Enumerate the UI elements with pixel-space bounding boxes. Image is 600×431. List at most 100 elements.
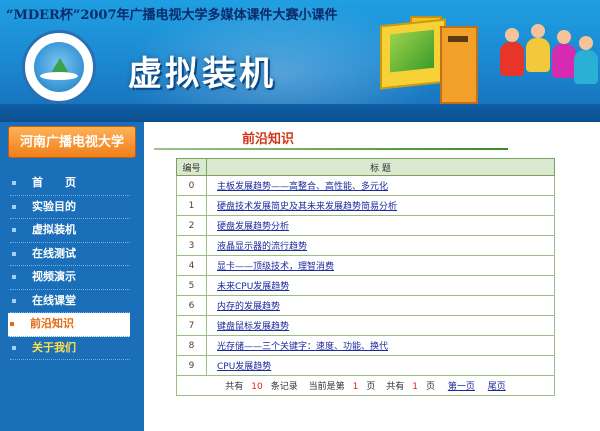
article-link[interactable]: 硬盘技术发展简史及其未来发展趋势简易分析 xyxy=(217,202,397,212)
section-divider xyxy=(154,148,508,150)
sidebar-item-label: 在线课堂 xyxy=(32,293,76,307)
table-row: 1 硬盘技术发展简史及其未来发展趋势简易分析 xyxy=(176,195,555,216)
sidebar-item-label: 虚拟装机 xyxy=(32,223,76,236)
sidebar-item-label: 实验目的 xyxy=(32,199,76,213)
table-header-row: 编号 标 题 xyxy=(176,158,555,176)
person-icon xyxy=(552,30,576,78)
pager-text: 页 xyxy=(366,382,376,392)
row-title-cell: 显卡——顶级技术，理智消费 xyxy=(206,255,555,276)
column-header-number: 编号 xyxy=(176,158,207,176)
bullet-icon xyxy=(12,204,16,209)
university-logo-icon xyxy=(22,30,96,104)
sidebar-item-video-demo[interactable]: 视频演示 xyxy=(10,266,130,290)
current-page-info: 当前是第 1 页 xyxy=(309,382,376,392)
section-title: 前沿知识 xyxy=(242,132,295,147)
row-number: 8 xyxy=(176,335,207,356)
row-number: 9 xyxy=(176,355,207,376)
sidebar: 河南广播电视大学 首 页 实验目的 虚拟装机 在线测试 视频演示 在线课堂 前沿 xyxy=(0,122,144,431)
sidebar-item-experiment-goal[interactable]: 实验目的 xyxy=(10,196,130,219)
row-number: 3 xyxy=(176,235,207,256)
article-link[interactable]: 显卡——顶级技术，理智消费 xyxy=(217,262,334,272)
table-row: 9 CPU发展趋势 xyxy=(176,355,555,376)
article-link[interactable]: 未来CPU发展趋势 xyxy=(217,282,289,292)
pager-text: 共有 xyxy=(386,382,405,392)
current-page: 1 xyxy=(352,382,359,392)
row-number: 1 xyxy=(176,195,207,216)
pager-text: 当前是第 xyxy=(308,382,345,392)
article-link[interactable]: 主板发展趋势——高整合、高性能、多元化 xyxy=(217,182,388,192)
column-header-title: 标 题 xyxy=(206,158,555,176)
bullet-icon xyxy=(12,228,16,232)
table-row: 2 硬盘发展趋势分析 xyxy=(176,215,555,236)
page-count-info: 共有 1 页 xyxy=(386,382,435,392)
row-number: 5 xyxy=(176,275,207,296)
pages-count: 1 xyxy=(412,382,418,392)
row-title-cell: 硬盘发展趋势分析 xyxy=(206,215,555,236)
row-title-cell: 光存储——三个关键字：速度、功能、换代 xyxy=(206,335,555,356)
article-table: 编号 标 题 0 主板发展趋势——高整合、高性能、多元化 1 硬盘技术发展简史及… xyxy=(176,158,555,396)
article-link[interactable]: 光存储——三个关键字：速度、功能、换代 xyxy=(217,342,388,352)
sidebar-item-label: 在线测试 xyxy=(32,246,76,260)
row-number: 2 xyxy=(176,215,207,236)
article-link[interactable]: 内存的发展趋势 xyxy=(217,302,280,312)
pager-text: 条记录 xyxy=(270,382,298,392)
sidebar-item-virtual-assembly[interactable]: 虚拟装机 xyxy=(10,219,130,243)
sidebar-item-label: 视频演示 xyxy=(32,270,76,283)
person-icon xyxy=(500,28,524,76)
page-title: 虚拟装机 xyxy=(128,54,276,94)
last-page-link[interactable]: 尾页 xyxy=(488,382,506,392)
bullet-icon xyxy=(12,275,16,279)
table-row: 7 键盘鼠标发展趋势 xyxy=(176,315,555,336)
row-number: 0 xyxy=(176,175,207,196)
header-band xyxy=(0,104,600,122)
row-title-cell: 主板发展趋势——高整合、高性能、多元化 xyxy=(206,175,555,196)
bullet-icon xyxy=(12,298,16,303)
row-number: 6 xyxy=(176,295,207,316)
bullet-icon xyxy=(12,345,16,350)
row-title-cell: 硬盘技术发展简史及其未来发展趋势简易分析 xyxy=(206,195,555,216)
sidebar-item-label: 首 页 xyxy=(32,176,76,189)
row-number: 4 xyxy=(176,255,207,276)
sidebar-item-label: 关于我们 xyxy=(32,340,76,354)
first-page-link[interactable]: 第一页 xyxy=(448,382,475,392)
pager-row: 共有 10 条记录 当前是第 1 页 共有 1 页 第一页 尾页 xyxy=(176,375,555,396)
row-title-cell: 未来CPU发展趋势 xyxy=(206,275,555,296)
monitor-icon xyxy=(380,18,446,90)
article-link[interactable]: 硬盘发展趋势分析 xyxy=(217,222,289,232)
university-tab: 河南广播电视大学 xyxy=(8,126,136,158)
pager-text: 共有 xyxy=(225,382,244,392)
computer-tower-icon xyxy=(440,26,478,104)
main-content: 前沿知识 编号 标 题 0 主板发展趋势——高整合、高性能、多元化 1 硬盘技术… xyxy=(144,122,600,431)
logo-emblem xyxy=(34,42,84,92)
table-row: 4 显卡——顶级技术，理智消费 xyxy=(176,255,555,276)
bullet-icon xyxy=(10,322,14,326)
row-title-cell: 内存的发展趋势 xyxy=(206,295,555,316)
section-header: 前沿知识 xyxy=(154,124,508,150)
logo-wave-icon xyxy=(40,72,78,80)
table-row: 3 液晶显示器的流行趋势 xyxy=(176,235,555,256)
total-count: 10 xyxy=(251,382,263,392)
sidebar-item-frontier-knowledge[interactable]: 前沿知识 xyxy=(8,313,130,337)
article-link[interactable]: 液晶显示器的流行趋势 xyxy=(217,242,307,252)
bullet-icon xyxy=(12,181,16,185)
sidebar-item-label: 前沿知识 xyxy=(30,317,74,330)
table-row: 8 光存储——三个关键字：速度、功能、换代 xyxy=(176,335,555,356)
sidebar-nav: 首 页 实验目的 虚拟装机 在线测试 视频演示 在线课堂 前沿知识 关于我们 xyxy=(8,172,130,360)
person-icon xyxy=(574,36,598,84)
sidebar-item-online-test[interactable]: 在线测试 xyxy=(10,243,130,266)
pager-text: 页 xyxy=(425,382,435,392)
sidebar-item-about-us[interactable]: 关于我们 xyxy=(10,337,130,360)
header-banner: “MDER杯”2007年广播电视大学多媒体课件大赛小课件 虚拟装机 xyxy=(0,0,600,122)
person-icon xyxy=(526,24,550,72)
table-row: 6 内存的发展趋势 xyxy=(176,295,555,316)
article-link[interactable]: CPU发展趋势 xyxy=(217,362,271,372)
bullet-icon xyxy=(12,251,16,256)
row-title-cell: 键盘鼠标发展趋势 xyxy=(206,315,555,336)
row-title-cell: CPU发展趋势 xyxy=(206,355,555,376)
row-title-cell: 液晶显示器的流行趋势 xyxy=(206,235,555,256)
article-link[interactable]: 键盘鼠标发展趋势 xyxy=(217,322,289,332)
total-records: 共有 10 条记录 xyxy=(225,382,297,392)
pager: 共有 10 条记录 当前是第 1 页 共有 1 页 第一页 尾页 xyxy=(176,375,555,396)
sidebar-item-online-class[interactable]: 在线课堂 xyxy=(10,290,130,313)
sidebar-item-home[interactable]: 首 页 xyxy=(10,172,130,196)
